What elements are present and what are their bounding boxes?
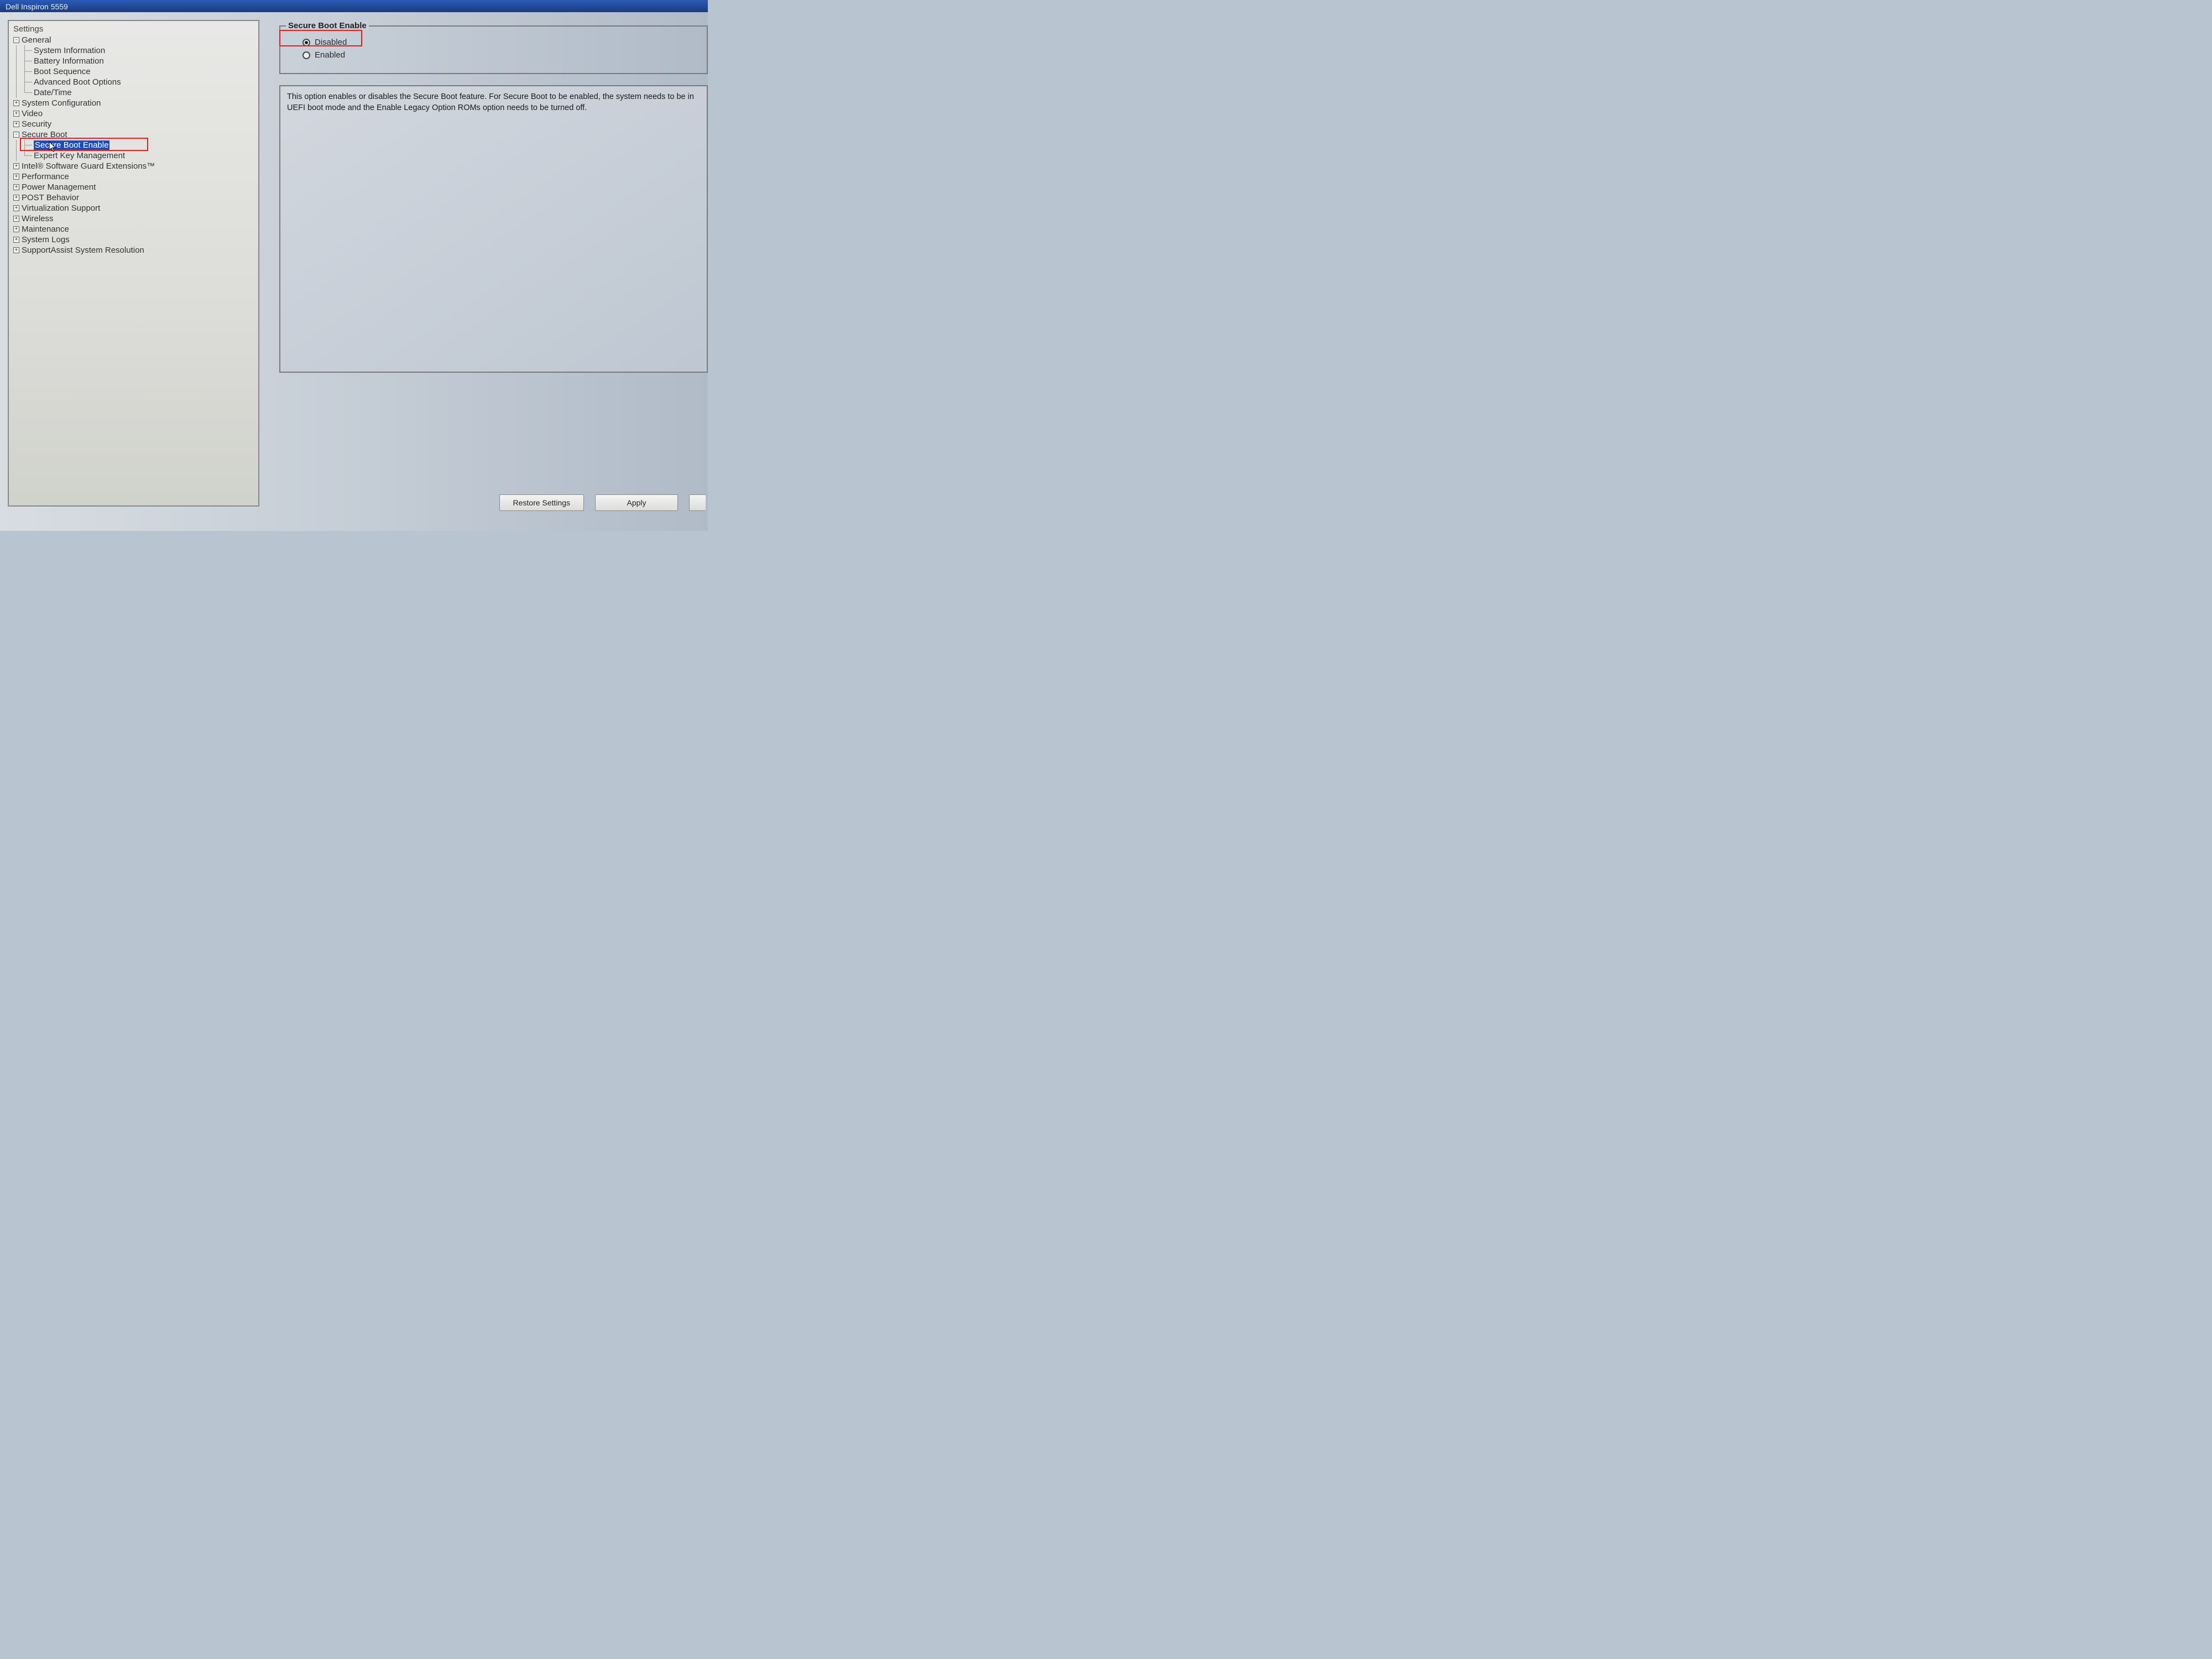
tree-item-secure-boot-enable[interactable]: Secure Boot Enable [13,140,254,150]
expand-icon[interactable]: + [13,111,19,117]
tree-item-supportassist[interactable]: +SupportAssist System Resolution [13,245,254,255]
tree-item-virtualization-support[interactable]: +Virtualization Support [13,203,254,213]
expand-icon[interactable]: + [13,237,19,243]
settings-tree-panel: Settings - General System Information Ba… [8,20,259,507]
tree-item-wireless[interactable]: +Wireless [13,213,254,224]
collapse-icon[interactable]: - [13,37,19,43]
window-title: Dell Inspiron 5559 [6,2,68,11]
expand-icon[interactable]: + [13,247,19,253]
tree-item-sgx[interactable]: +Intel® Software Guard Extensions™ [13,161,254,171]
radio-label: Disabled [315,38,347,47]
tree-item-performance[interactable]: +Performance [13,171,254,182]
expand-icon[interactable]: + [13,195,19,201]
expand-icon[interactable]: + [13,216,19,222]
exit-button-partial[interactable] [689,494,706,511]
tree-item-post-behavior[interactable]: +POST Behavior [13,192,254,203]
tree-item-battery-information[interactable]: Battery Information [13,56,254,66]
expand-icon[interactable]: + [13,121,19,127]
settings-detail-panel: Secure Boot Enable Disabled Enabled This… [264,14,706,529]
radio-icon [302,39,310,46]
settings-heading: Settings [13,24,254,34]
apply-button[interactable]: Apply [595,494,678,511]
tree-item-maintenance[interactable]: +Maintenance [13,224,254,234]
option-description-text: This option enables or disables the Secu… [287,92,694,112]
tree-label: General [22,35,51,45]
tree-item-general[interactable]: - General [13,35,254,45]
tree-item-system-information[interactable]: System Information [13,45,254,56]
tree-item-advanced-boot-options[interactable]: Advanced Boot Options [13,77,254,87]
tree-item-video[interactable]: +Video [13,108,254,119]
radio-icon [302,51,310,59]
expand-icon[interactable]: + [13,205,19,211]
restore-settings-button[interactable]: Restore Settings [499,494,585,511]
tree-item-power-management[interactable]: +Power Management [13,182,254,192]
expand-icon[interactable]: + [13,100,19,106]
tree-item-boot-sequence[interactable]: Boot Sequence [13,66,254,77]
tree-item-security[interactable]: +Security [13,119,254,129]
bios-setup-frame: Settings - General System Information Ba… [0,12,708,531]
radio-disabled[interactable]: Disabled [302,38,696,47]
window-titlebar: Dell Inspiron 5559 [0,0,708,12]
fieldset-legend: Secure Boot Enable [286,21,369,30]
tree-item-date-time[interactable]: Date/Time [13,87,254,98]
collapse-icon[interactable]: - [13,132,19,138]
secure-boot-enable-fieldset: Secure Boot Enable Disabled Enabled [279,25,708,74]
expand-icon[interactable]: + [13,184,19,190]
option-description-box: This option enables or disables the Secu… [279,85,708,373]
tree-item-system-configuration[interactable]: +System Configuration [13,98,254,108]
tree-item-secure-boot[interactable]: -Secure Boot [13,129,254,140]
expand-icon[interactable]: + [13,163,19,169]
expand-icon[interactable]: + [13,226,19,232]
tree-item-system-logs[interactable]: +System Logs [13,234,254,245]
radio-label: Enabled [315,50,345,60]
radio-enabled[interactable]: Enabled [302,50,696,60]
tree-item-expert-key-management[interactable]: Expert Key Management [13,150,254,161]
action-button-row: Restore Settings Apply [499,494,706,511]
expand-icon[interactable]: + [13,174,19,180]
